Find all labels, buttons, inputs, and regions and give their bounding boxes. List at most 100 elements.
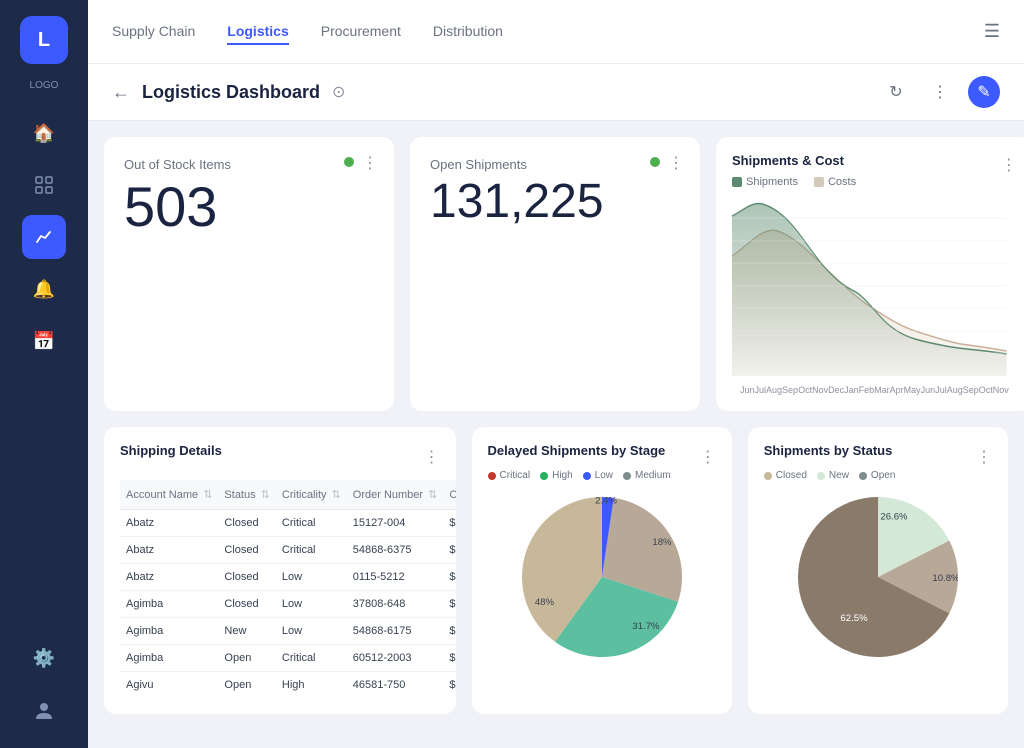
table-row: AbatzClosedCritical15127-004$5,538320	[120, 510, 456, 537]
kpi-out-of-stock: ⋮ Out of Stock Items 503	[104, 137, 394, 411]
edit-button[interactable]: ✎	[968, 76, 1000, 108]
col-criticality[interactable]: Criticality ⇅	[276, 480, 347, 510]
legend-new: New	[817, 470, 849, 481]
logo-box: L	[20, 16, 68, 64]
delayed-pie-svg: 2.4% 18% 31.7% 48%	[522, 497, 682, 657]
legend-shipments: Shipments	[732, 176, 798, 188]
delayed-pie-container: 2.4% 18% 31.7% 48%	[488, 489, 716, 665]
delayed-legend: Critical High Low Medium	[488, 470, 716, 481]
col-account[interactable]: Account Name ⇅	[120, 480, 218, 510]
sidebar-item-user[interactable]	[22, 688, 66, 732]
chart-title: Shipments & Cost	[732, 153, 844, 168]
shipments-status-card: Shipments by Status ⋮ Closed New Open	[748, 427, 1008, 714]
table-row: AbatzClosedLow0115-5212$4,784472	[120, 564, 456, 591]
kpi2-status-dot	[650, 157, 660, 167]
svg-text:18%: 18%	[652, 537, 672, 548]
table-row: AgimbaNewLow54868-6175$2,375363	[120, 618, 456, 645]
svg-text:26.6%: 26.6%	[880, 511, 908, 522]
status-pie-container: 26.6% 10.8% 62.5%	[764, 489, 992, 665]
kpi2-value: 131,225	[430, 176, 680, 229]
legend-critical-dot	[488, 472, 496, 480]
shipping-details-title: Shipping Details	[120, 443, 222, 458]
col-order[interactable]: Order Number ⇅	[347, 480, 444, 510]
chart-x-axis: JunJul AugSep OctNov DecJan FebMar AprMa…	[732, 385, 1017, 395]
kpi1-title: Out of Stock Items	[124, 157, 374, 172]
nav-supply-chain[interactable]: Supply Chain	[112, 19, 195, 45]
status-legend: Closed New Open	[764, 470, 992, 481]
sidebar-item-calendar[interactable]: 📅	[22, 319, 66, 363]
nav-distribution[interactable]: Distribution	[433, 19, 503, 45]
more-button[interactable]: ⋮	[924, 76, 956, 108]
hamburger-icon[interactable]: ☰	[984, 21, 1000, 42]
table-menu[interactable]: ⋮	[424, 447, 440, 467]
area-chart-svg	[732, 196, 1017, 376]
legend-low-dot	[583, 472, 591, 480]
status-pie-svg: 26.6% 10.8% 62.5%	[798, 497, 958, 657]
kpi1-status-dot	[344, 157, 354, 167]
legend-high: High	[540, 470, 573, 481]
nav-logistics[interactable]: Logistics	[227, 19, 288, 45]
svg-text:31.7%: 31.7%	[632, 621, 660, 632]
status-menu[interactable]: ⋮	[976, 447, 992, 467]
refresh-button[interactable]: ↻	[880, 76, 912, 108]
delayed-shipments-card: Delayed Shipments by Stage ⋮ Critical Hi…	[472, 427, 732, 714]
table-row: AgimbaClosedLow37808-648$5,916561	[120, 591, 456, 618]
sidebar-item-chart[interactable]	[22, 215, 66, 259]
svg-text:10.8%: 10.8%	[932, 573, 958, 584]
page-title: Logistics Dashboard	[142, 82, 320, 103]
top-nav: Supply Chain Logistics Procurement Distr…	[88, 0, 1024, 64]
area-chart-container	[732, 196, 1017, 381]
legend-critical: Critical	[488, 470, 531, 481]
dashboard: ⋮ Out of Stock Items 503 ⋮ Open Shipment…	[88, 121, 1024, 748]
legend-open: Open	[859, 470, 895, 481]
shipping-details-card: Shipping Details ⋮ Account Name ⇅ Status…	[104, 427, 456, 714]
shipments-status-title: Shipments by Status	[764, 443, 893, 458]
sidebar: L LOGO 🏠 🔔 📅 ⚙️	[0, 0, 88, 748]
kpi1-value: 503	[124, 176, 374, 238]
shipments-cost-chart: Shipments & Cost ⋮ Shipments Costs	[716, 137, 1024, 411]
nav-links: Supply Chain Logistics Procurement Distr…	[112, 19, 984, 45]
svg-text:62.5%: 62.5%	[840, 613, 868, 624]
back-button[interactable]: ←	[112, 82, 130, 103]
delayed-shipments-title: Delayed Shipments by Stage	[488, 443, 666, 458]
col-costs[interactable]: Costs ⇅	[443, 480, 455, 510]
delayed-menu[interactable]: ⋮	[700, 447, 716, 467]
sidebar-item-home[interactable]: 🏠	[22, 111, 66, 155]
legend-low: Low	[583, 470, 613, 481]
legend-medium: Medium	[623, 470, 671, 481]
page-header: ← Logistics Dashboard ⊙ ↻ ⋮ ✎	[88, 64, 1024, 121]
svg-text:2.4%: 2.4%	[595, 497, 617, 506]
chart-legend: Shipments Costs	[732, 176, 1017, 188]
table-row: AbatzClosedCritical54868-6375$5,814485	[120, 537, 456, 564]
col-status[interactable]: Status ⇅	[218, 480, 275, 510]
shipping-table: Account Name ⇅ Status ⇅ Criticality ⇅ Or…	[120, 480, 456, 698]
chart-menu[interactable]: ⋮	[1001, 155, 1017, 175]
svg-text:48%: 48%	[534, 597, 554, 608]
legend-closed: Closed	[764, 470, 807, 481]
kpi1-menu[interactable]: ⋮	[362, 153, 378, 173]
bottom-row: Shipping Details ⋮ Account Name ⇅ Status…	[104, 427, 1008, 714]
nav-procurement[interactable]: Procurement	[321, 19, 401, 45]
legend-shipments-dot	[732, 177, 742, 187]
top-row: ⋮ Out of Stock Items 503 ⋮ Open Shipment…	[104, 137, 1008, 411]
legend-costs-dot	[814, 177, 824, 187]
kpi-open-shipments: ⋮ Open Shipments 131,225	[410, 137, 700, 411]
filter-icon[interactable]: ⊙	[332, 82, 345, 102]
logo-letter: L	[38, 29, 50, 52]
legend-closed-dot	[764, 472, 772, 480]
sidebar-item-bell[interactable]: 🔔	[22, 267, 66, 311]
sidebar-item-grid[interactable]	[22, 163, 66, 207]
legend-costs: Costs	[814, 176, 856, 188]
legend-medium-dot	[623, 472, 631, 480]
header-actions: ↻ ⋮ ✎	[880, 76, 1000, 108]
legend-open-dot	[859, 472, 867, 480]
legend-high-dot	[540, 472, 548, 480]
kpi2-title: Open Shipments	[430, 157, 680, 172]
sidebar-item-settings[interactable]: ⚙️	[22, 636, 66, 680]
shipments-area	[732, 203, 1007, 376]
table-row: AgivuOpenHigh46581-750$5,776165	[120, 672, 456, 699]
kpi2-menu[interactable]: ⋮	[668, 153, 684, 173]
legend-new-dot	[817, 472, 825, 480]
main-area: Supply Chain Logistics Procurement Distr…	[88, 0, 1024, 748]
logo-text: LOGO	[30, 80, 59, 91]
